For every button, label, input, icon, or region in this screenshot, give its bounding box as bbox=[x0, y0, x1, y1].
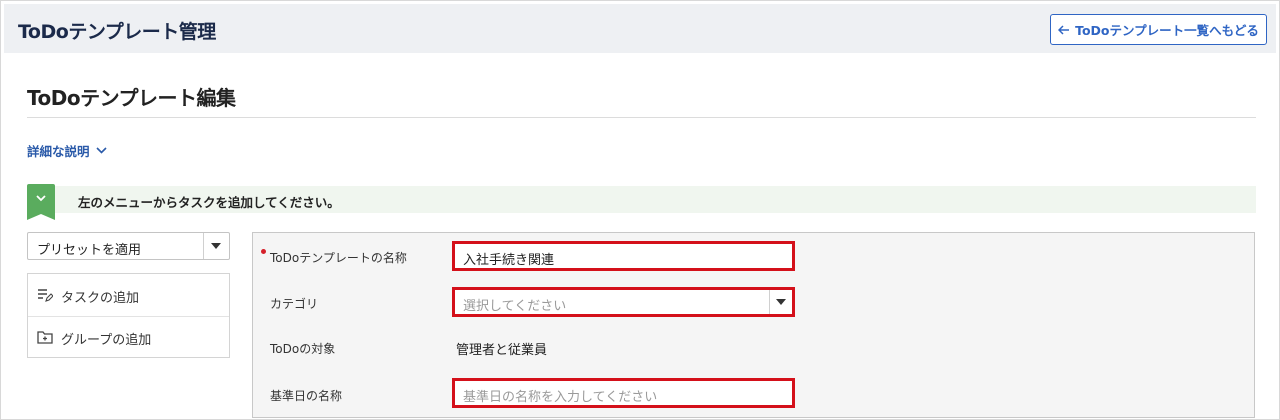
category-select-toggle[interactable] bbox=[769, 290, 792, 314]
back-button-label: ToDoテンプレート一覧へもどる bbox=[1075, 23, 1259, 38]
details-toggle[interactable]: 詳細な説明 bbox=[27, 141, 107, 160]
menu-item-label: タスクの追加 bbox=[61, 291, 140, 306]
caret-down-icon bbox=[211, 243, 221, 249]
preset-select-toggle[interactable] bbox=[203, 233, 229, 259]
required-indicator bbox=[261, 249, 266, 254]
form-row-target: ToDoの対象 管理者と従業員 bbox=[253, 325, 1254, 371]
back-to-list-button[interactable]: ToDoテンプレート一覧へもどる bbox=[1050, 14, 1267, 45]
arrow-left-icon bbox=[1058, 24, 1070, 35]
form-row-category: カテゴリ 選択してください bbox=[253, 279, 1254, 326]
template-form: ToDoテンプレートの名称 入社手続き関連 カテゴリ 選択してください ToDo… bbox=[252, 232, 1255, 418]
menu-item-add-group[interactable]: グループの追加 bbox=[28, 316, 229, 358]
caret-down-icon bbox=[776, 299, 786, 305]
app-title: ToDoテンプレート管理 bbox=[18, 21, 216, 43]
details-toggle-label: 詳細な説明 bbox=[27, 144, 90, 159]
app-header: ToDoテンプレート管理 ToDoテンプレート一覧へもどる bbox=[4, 4, 1276, 53]
template-name-value: 入社手続き関連 bbox=[463, 253, 555, 268]
base-date-name-input[interactable]: 基準日の名称を入力してください bbox=[452, 378, 795, 408]
field-label: カテゴリ bbox=[270, 297, 319, 311]
template-name-input[interactable]: 入社手続き関連 bbox=[452, 241, 795, 271]
list-edit-icon bbox=[38, 289, 53, 302]
preset-select-value: プリセットを適用 bbox=[37, 243, 142, 258]
divider bbox=[27, 117, 1256, 118]
page-title: ToDoテンプレート編集 bbox=[27, 86, 236, 110]
banner-tag[interactable] bbox=[27, 184, 55, 220]
todo-target-value: 管理者と従業員 bbox=[456, 343, 548, 358]
menu-item-label: グループの追加 bbox=[61, 333, 152, 348]
field-label: ToDoテンプレートの名称 bbox=[270, 251, 407, 265]
menu-item-add-task[interactable]: タスクの追加 bbox=[28, 274, 229, 317]
folder-plus-icon bbox=[37, 331, 53, 344]
category-select[interactable]: 選択してください bbox=[452, 287, 795, 317]
task-menu: タスクの追加 グループの追加 bbox=[27, 273, 230, 358]
field-label: ToDoの対象 bbox=[270, 342, 336, 356]
preset-select[interactable]: プリセットを適用 bbox=[27, 232, 230, 260]
chevron-down-icon bbox=[95, 147, 107, 154]
banner-message: 左のメニューからタスクを追加してください。 bbox=[78, 195, 340, 210]
form-row-name: ToDoテンプレートの名称 入社手続き関連 bbox=[253, 233, 1254, 280]
chevron-down-icon bbox=[36, 195, 46, 202]
field-label: 基準日の名称 bbox=[270, 389, 343, 403]
info-banner: 左のメニューからタスクを追加してください。 bbox=[27, 184, 1256, 220]
base-date-placeholder: 基準日の名称を入力してください bbox=[463, 390, 658, 405]
category-placeholder: 選択してください bbox=[463, 299, 567, 314]
form-row-base-date: 基準日の名称 基準日の名称を入力してください bbox=[253, 370, 1254, 417]
